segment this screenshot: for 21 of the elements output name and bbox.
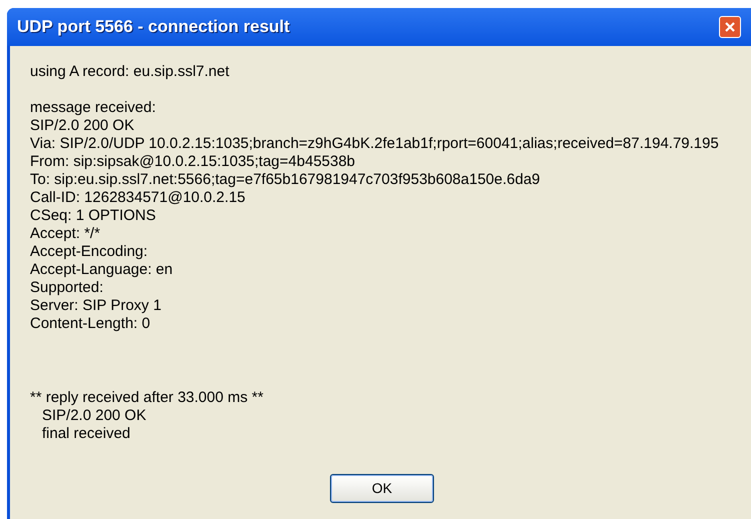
message-line: Call-ID: 1262834571@10.0.2.15 (30, 189, 246, 207)
message-line: final received (41, 425, 132, 443)
close-icon (724, 21, 736, 33)
close-button[interactable] (719, 16, 741, 38)
message-line: message received: (30, 99, 157, 117)
ok-button[interactable]: OK (330, 474, 434, 503)
message-line: Via: SIP/2.0/UDP 10.0.2.15:1035;branch=z9hG4bK.2fe1ab1f;rport=60041;alias;received=87.194.79.195 (30, 135, 720, 153)
message-line: SIP/2.0 200 OK (30, 117, 136, 135)
message-line: Accept-Encoding: (30, 243, 149, 261)
message-line: SIP/2.0 200 OK (41, 407, 148, 425)
message-line: Supported: (30, 279, 104, 297)
message-line: Server: SIP Proxy 1 (30, 297, 162, 315)
message-line: ** reply received after 33.000 ms ** (30, 389, 264, 407)
message-line: From: sip:sipsak@10.0.2.15:1035;tag=4b45538b (30, 153, 356, 171)
message-line: Content-Length: 0 (30, 315, 152, 333)
message-line: Accept: */* (30, 225, 102, 243)
window-title: UDP port 5566 - connection result (17, 16, 290, 38)
message-line: using A record: eu.sip.ssl7.net (30, 63, 230, 81)
message-line: To: sip:eu.sip.ssl7.net:5566;tag=e7f65b167981947c703f953b608a150e.6da9 (30, 171, 542, 189)
message-line: CSeq: 1 OPTIONS (30, 207, 157, 225)
message-line: Accept-Language: en (30, 261, 174, 279)
